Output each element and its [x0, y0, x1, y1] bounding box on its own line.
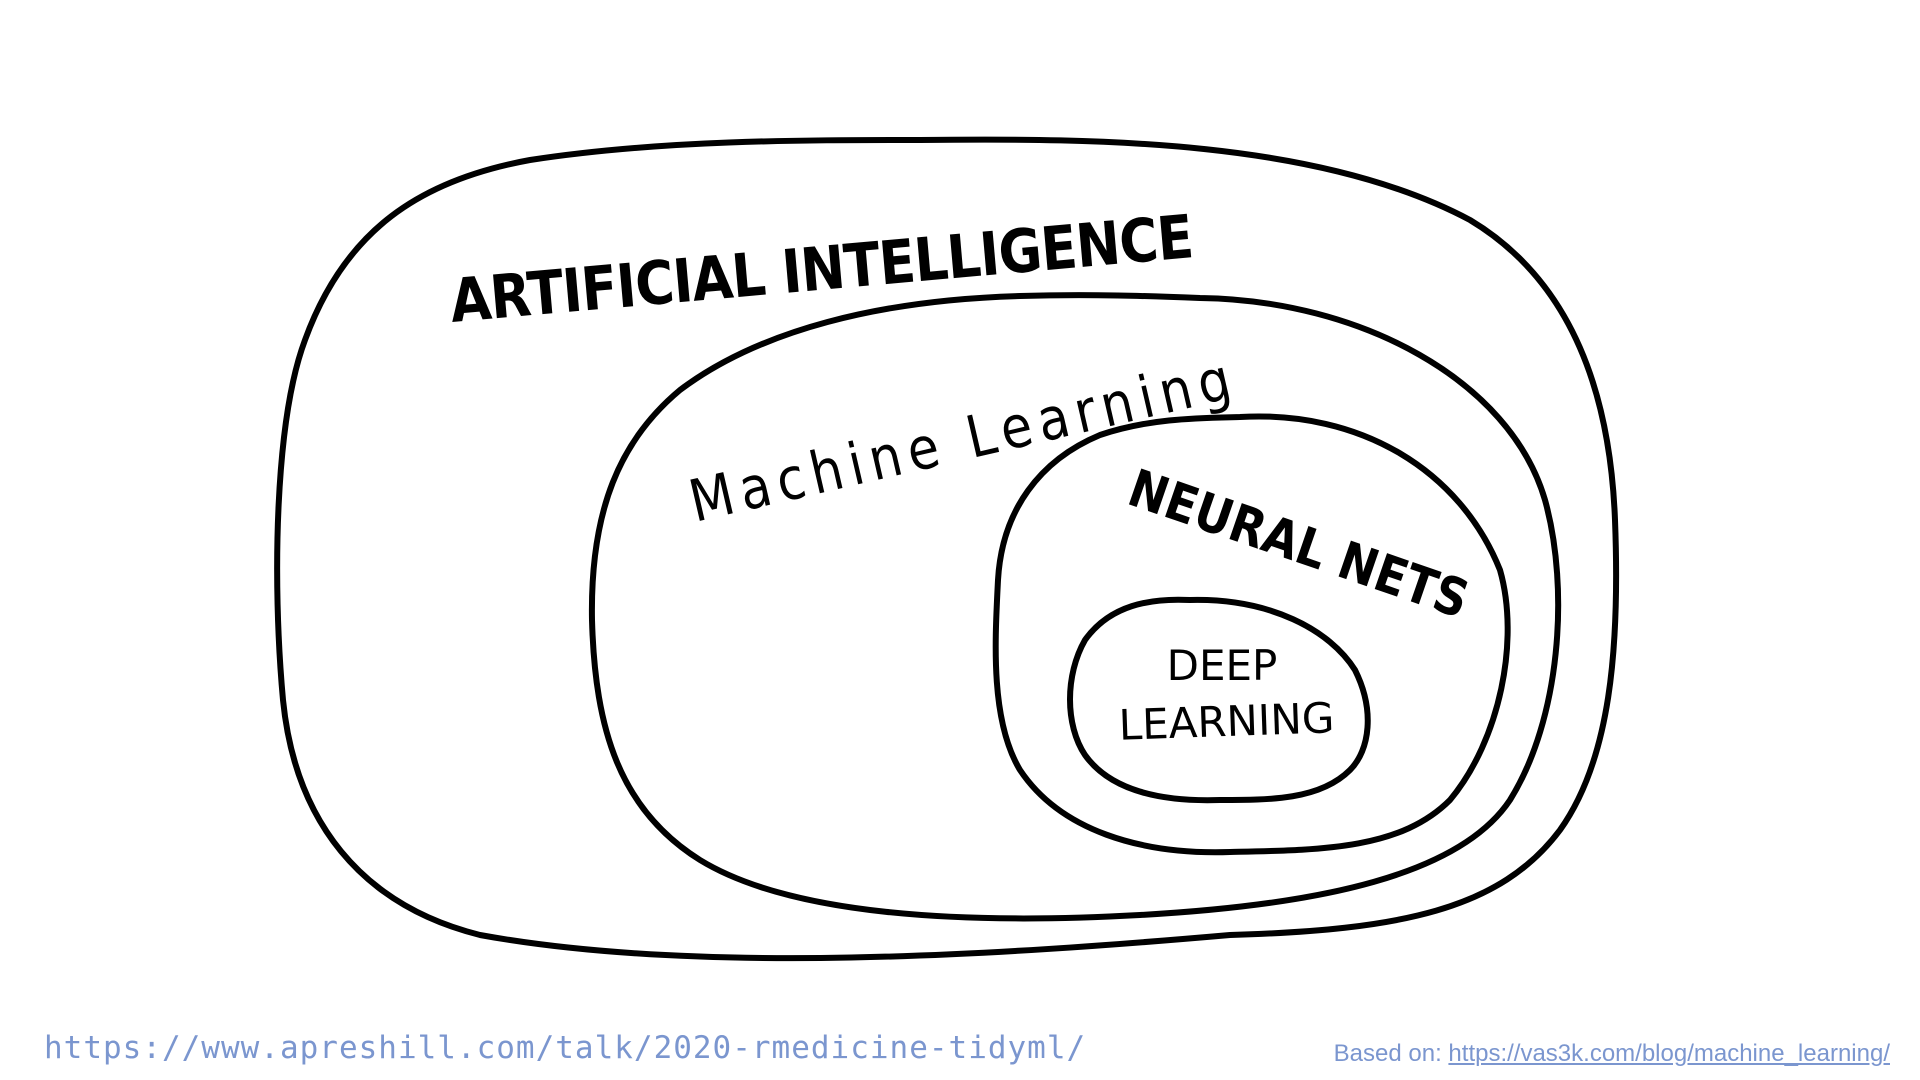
nn-label: NEURAL NETS — [1121, 459, 1476, 631]
credit-prefix: Based on: — [1333, 1040, 1449, 1067]
dl-label-line-2: LEARNING — [1118, 693, 1335, 749]
ai-label: ARTIFICIAL INTELLIGENCE — [447, 202, 1195, 337]
source-credit: Based on: https://vas3k.com/blog/machine… — [1334, 1040, 1890, 1068]
source-link[interactable]: https://vas3k.com/blog/machine_learning/ — [1448, 1040, 1890, 1067]
slide: ARTIFICIAL INTELLIGENCE Machine Learning… — [0, 0, 1920, 1080]
talk-url: https://www.apreshill.com/talk/2020-rmed… — [44, 1030, 1087, 1066]
dl-label-line-1: DEEP — [1167, 641, 1278, 690]
nn-region-outline — [992, 413, 1511, 856]
nested-venn-diagram: ARTIFICIAL INTELLIGENCE Machine Learning… — [274, 136, 1620, 962]
